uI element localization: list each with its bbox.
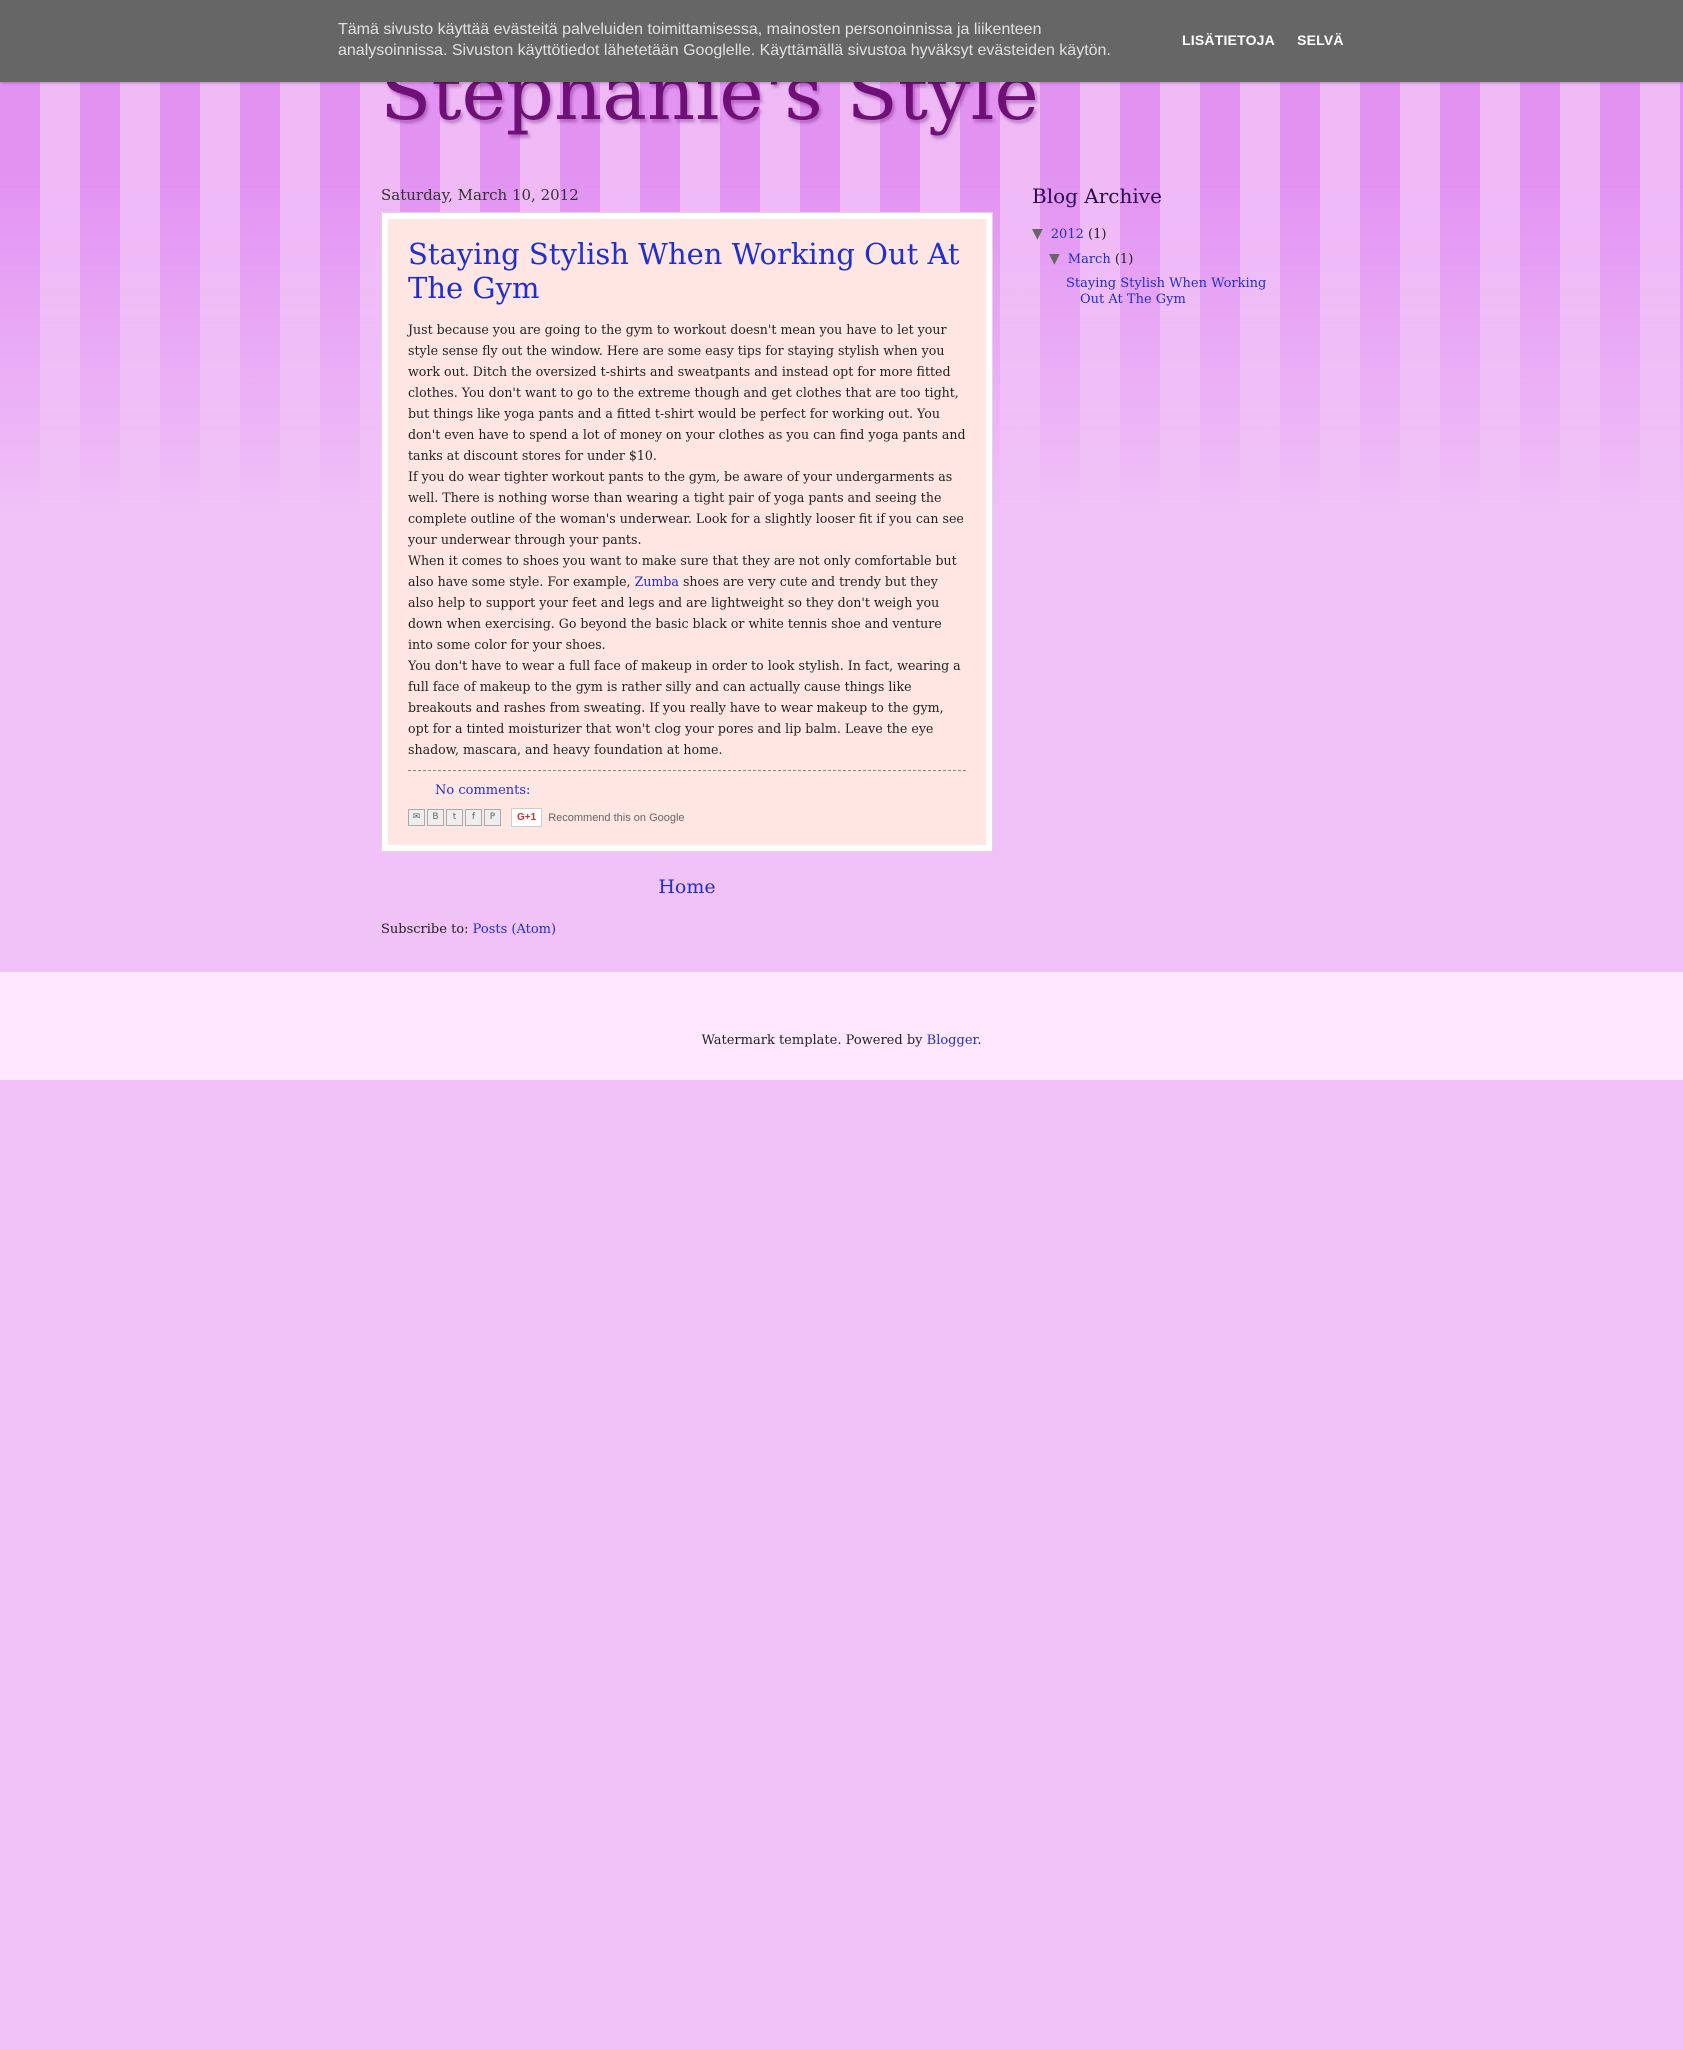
comments-link[interactable]: No comments: <box>435 783 966 798</box>
cookie-notice-line-1: Tämä sivusto käyttää evästeitä palveluid… <box>338 21 1042 38</box>
home-link[interactable]: Home <box>381 876 993 898</box>
posts-atom-link[interactable]: Posts (Atom) <box>473 922 556 937</box>
archive-post: Staying Stylish When Working Out At The … <box>1032 276 1280 308</box>
post-paragraph: You don't have to wear a full face of ma… <box>408 658 961 757</box>
archive-post-link[interactable]: Staying Stylish When Working Out At The … <box>1066 276 1266 307</box>
post-paragraph: Just because you are going to the gym to… <box>408 322 966 463</box>
post-date: Saturday, March 10, 2012 <box>381 186 579 204</box>
footer: Watermark template. Powered by Blogger. <box>0 972 1683 1080</box>
cookie-notice-text: Tämä sivusto käyttää evästeitä palveluid… <box>338 19 1128 61</box>
archive-year-count: (1) <box>1088 227 1107 242</box>
share-buttons: ✉ B t f P G+1 Recommend this on Google <box>408 808 966 827</box>
archive-year: ▼ 2012 (1) <box>1032 222 1322 247</box>
post-card: Staying Stylish When Working Out At The … <box>381 212 993 852</box>
sidebar: Blog Archive ▼ 2012 (1) ▼ March (1) Stayin… <box>1032 184 1322 308</box>
archive-month: ▼ March (1) <box>1032 247 1322 272</box>
blogger-link[interactable]: Blogger <box>927 1033 978 1048</box>
blogger-icon[interactable]: B <box>427 809 444 826</box>
footer-period: . <box>977 1033 982 1048</box>
blog-archive-heading: Blog Archive <box>1032 184 1162 208</box>
collapse-toggle-icon[interactable]: ▼ <box>1032 226 1043 242</box>
cookie-actions: LISÄTIETOJA SELVÄ <box>1182 32 1362 48</box>
archive-year-link[interactable]: 2012 <box>1051 227 1084 242</box>
recommend-text: Recommend this on Google <box>548 811 685 824</box>
post-body: Just because you are going to the gym to… <box>408 319 966 760</box>
archive-month-link[interactable]: March <box>1068 252 1111 267</box>
post-footer: No comments: ✉ B t f P G+1 Recommend thi… <box>408 770 966 827</box>
footer-text: Watermark template. Powered by <box>701 1033 927 1048</box>
facebook-icon[interactable]: f <box>465 809 482 826</box>
accept-cookies-button[interactable]: SELVÄ <box>1297 32 1344 48</box>
post-content: Staying Stylish When Working Out At The … <box>388 219 986 845</box>
footer-attribution: Watermark template. Powered by Blogger. <box>0 1033 1683 1048</box>
post-title[interactable]: Staying Stylish When Working Out At The … <box>408 237 966 305</box>
zumba-link[interactable]: Zumba <box>635 574 679 589</box>
twitter-icon[interactable]: t <box>446 809 463 826</box>
pinterest-icon[interactable]: P <box>484 809 501 826</box>
subscribe-label: Subscribe to: <box>381 922 473 937</box>
archive-month-count: (1) <box>1114 252 1134 267</box>
email-icon[interactable]: ✉ <box>408 809 425 826</box>
learn-more-button[interactable]: LISÄTIETOJA <box>1182 32 1275 48</box>
post-paragraph: If you do wear tighter workout pants to … <box>408 469 964 547</box>
subscribe-line: Subscribe to: Posts (Atom) <box>381 922 556 937</box>
collapse-toggle-icon[interactable]: ▼ <box>1049 251 1060 267</box>
post-paragraph: When it comes to shoes you want to make … <box>408 550 966 655</box>
cookie-notice-line-2: analysoinnissa. Sivuston käyttötiedot lä… <box>338 42 1111 59</box>
google-plus-button[interactable]: G+1 <box>511 808 543 827</box>
cookie-banner: Tämä sivusto käyttää evästeitä palveluid… <box>0 0 1683 82</box>
